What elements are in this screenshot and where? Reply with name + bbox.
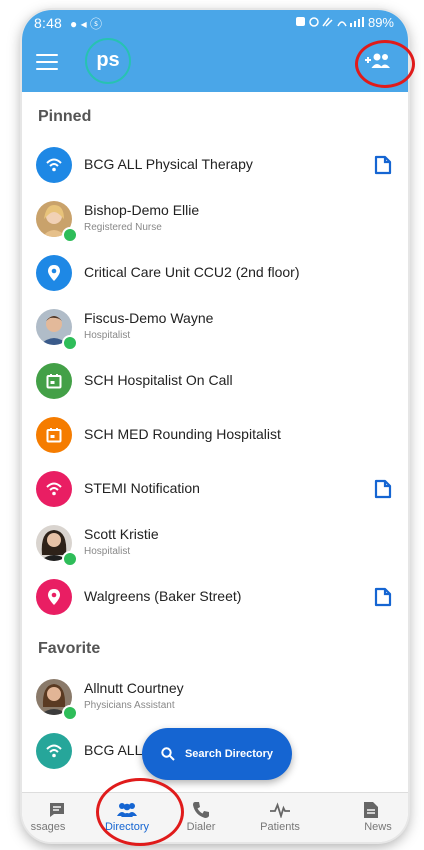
phone-screen: 8:48 ● ◂ ⓢ 89% ps Pinned BCG ALL Physica… — [22, 10, 408, 842]
contact-name: BCG ALL Physical Therapy — [84, 156, 253, 172]
contact-name: Bishop-Demo Ellie — [84, 202, 200, 218]
search-icon — [161, 747, 175, 761]
contact-name: Fiscus-Demo Wayne — [84, 310, 214, 326]
section-favorite-header: Favorite — [38, 640, 101, 657]
message-icon — [50, 803, 64, 817]
tab-patients[interactable]: Patients — [245, 799, 315, 833]
location-pin-icon — [36, 255, 72, 291]
news-icon — [364, 802, 378, 818]
contact-name: Walgreens (Baker Street) — [84, 588, 242, 604]
calendar-icon — [36, 417, 72, 453]
list-item-walgreens[interactable]: Walgreens (Baker Street) — [22, 570, 408, 624]
directory-list: Pinned BCG ALL Physical Therapy Bishop-D… — [22, 92, 408, 792]
battery-percent: 89% — [367, 15, 394, 30]
contact-role: Hospitalist — [84, 330, 131, 341]
contact-name: SCH MED Rounding Hospitalist — [84, 426, 281, 442]
section-pinned-header: Pinned — [38, 108, 92, 125]
online-status-dot — [62, 551, 78, 567]
contact-name: BCG ALL — [84, 742, 143, 758]
list-item-bcg-all-physical-therapy[interactable]: BCG ALL Physical Therapy — [22, 138, 408, 192]
wifi-icon — [36, 471, 72, 507]
list-item-critical-care-unit[interactable]: Critical Care Unit CCU2 (2nd floor) — [22, 246, 408, 300]
list-item-stemi-notification[interactable]: STEMI Notification — [22, 462, 408, 516]
location-pin-icon — [36, 579, 72, 615]
bottom-navigation: ssages Directory Dialer Patients News — [22, 792, 408, 842]
wifi-icon — [36, 733, 72, 769]
contact-name: Scott Kristie — [84, 526, 159, 542]
app-logo: ps — [85, 38, 131, 84]
contact-name: SCH Hospitalist On Call — [84, 372, 233, 388]
document-icon[interactable] — [374, 155, 392, 175]
status-system-icons — [295, 17, 364, 27]
tab-label: Patients — [260, 821, 300, 833]
wifi-icon — [36, 147, 72, 183]
list-item-scott-kristie[interactable]: Scott Kristie Hospitalist — [22, 516, 408, 570]
app-bar: 8:48 ● ◂ ⓢ 89% ps — [22, 10, 408, 92]
status-bar: 8:48 ● ◂ ⓢ 89% — [22, 10, 408, 36]
contact-role: Hospitalist — [84, 546, 131, 557]
contact-role: Physicians Assistant — [84, 700, 175, 711]
status-notification-icons: ● ◂ ⓢ — [70, 17, 102, 31]
calendar-icon — [36, 363, 72, 399]
online-status-dot — [62, 705, 78, 721]
tab-label: News — [364, 821, 392, 833]
search-directory-button[interactable]: Search Directory — [142, 728, 292, 780]
list-item-allnutt-courtney[interactable]: Allnutt Courtney Physicians Assistant — [22, 670, 408, 724]
list-item-fiscus-demo-wayne[interactable]: Fiscus-Demo Wayne Hospitalist — [22, 300, 408, 354]
contact-name: Critical Care Unit CCU2 (2nd floor) — [84, 264, 300, 280]
tab-label: Dialer — [186, 821, 216, 833]
status-time: 8:48 — [34, 15, 63, 31]
contact-name: Allnutt Courtney — [84, 680, 184, 696]
online-status-dot — [62, 227, 78, 243]
search-directory-label: Search Directory — [184, 748, 274, 760]
tab-label: ssages — [30, 821, 66, 833]
tab-messages[interactable]: ssages — [22, 799, 92, 833]
document-icon[interactable] — [374, 587, 392, 607]
highlight-circle-add-group — [355, 40, 415, 88]
document-icon[interactable] — [374, 479, 392, 499]
heartbeat-icon — [270, 802, 290, 818]
highlight-circle-directory-tab — [96, 778, 184, 846]
menu-icon[interactable] — [36, 54, 58, 72]
list-item-sch-med-rounding[interactable]: SCH MED Rounding Hospitalist — [22, 408, 408, 462]
tab-news[interactable]: News — [336, 799, 406, 833]
phone-icon — [193, 802, 209, 818]
app-logo-text: ps — [96, 48, 120, 71]
contact-role: Registered Nurse — [84, 222, 162, 233]
list-item-sch-hospitalist-on-call[interactable]: SCH Hospitalist On Call — [22, 354, 408, 408]
contact-name: STEMI Notification — [84, 480, 200, 496]
battery-level: 89% — [295, 15, 394, 30]
online-status-dot — [62, 335, 78, 351]
list-item-bishop-demo-ellie[interactable]: Bishop-Demo Ellie Registered Nurse — [22, 192, 408, 246]
